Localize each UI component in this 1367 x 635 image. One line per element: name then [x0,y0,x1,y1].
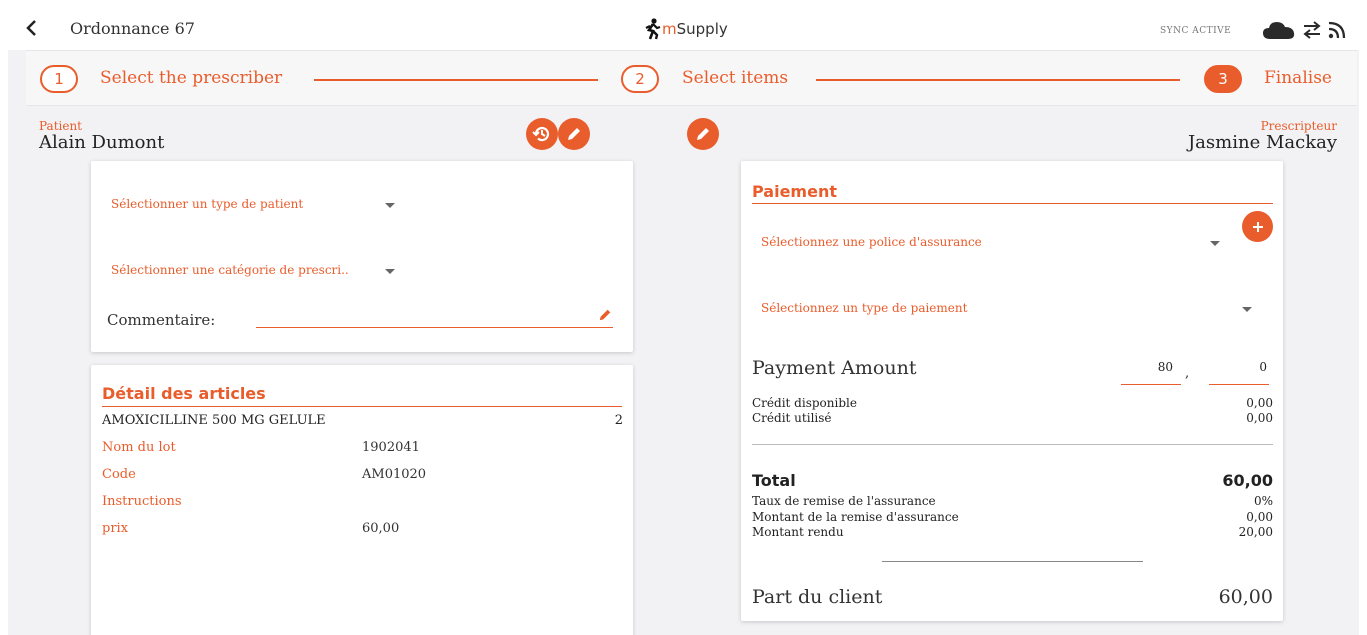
edit-patient-button[interactable] [558,118,590,150]
code-label: Code [102,467,136,482]
cloud-icon [1263,22,1295,39]
instructions-label: Instructions [102,494,182,509]
batch-value: 1902041 [362,440,420,455]
batch-label: Nom du lot [102,440,176,455]
pencil-icon [568,128,580,140]
credit-available-label: Crédit disponible [752,396,857,410]
insurance-discount-rate-value: 0% [1253,494,1273,508]
patient-name: Alain Dumont [39,132,165,153]
client-share-value: 60,00 [1218,586,1273,608]
step-connector-1 [314,79,598,81]
prescriber-name: Jasmine Mackay [1187,132,1337,153]
chevron-down-icon[interactable] [1242,307,1252,312]
patient-details-card: Sélectionner un type de patient Sélectio… [91,161,633,352]
prescription-category-select[interactable]: Sélectionner une catégorie de prescri.. [111,263,349,277]
top-bar: Ordonnance 67 mSupply SYNC ACTIVE [8,8,1359,50]
patient-type-select[interactable]: Sélectionner un type de patient [111,197,303,211]
step-2-circle[interactable]: 2 [621,65,659,93]
payment-type-select[interactable]: Sélectionnez un type de paiement [761,301,967,315]
sync-arrows-icon [1303,21,1321,39]
amount-separator: , [1185,366,1190,381]
plus-icon [1252,221,1263,232]
pencil-icon [697,128,709,140]
client-share-label: Part du client [752,586,883,608]
pencil-icon[interactable] [598,308,612,322]
payment-amount-label: Payment Amount [752,357,917,379]
running-man-logo-icon [645,18,661,40]
chevron-down-icon[interactable] [385,269,395,274]
rss-icon [1328,21,1346,39]
back-arrow-icon[interactable] [22,18,42,38]
code-value: AM01020 [362,467,427,482]
item-quantity: 2 [614,413,623,428]
payment-amount-decimal-input[interactable]: 0 [1209,356,1269,385]
change-amount-value: 20,00 [1238,525,1273,539]
stepper: 1 Select the prescriber 2 Select items 3… [26,50,1357,106]
page-title: Ordonnance 67 [70,19,195,38]
prescriber-label: Prescripteur [1260,119,1337,133]
total-value: 60,00 [1222,471,1273,490]
step-connector-2 [816,79,1180,81]
credit-available-value: 0,00 [1246,396,1273,410]
chevron-down-icon[interactable] [1210,241,1220,246]
divider [882,561,1143,562]
sync-icons [1262,20,1346,40]
item-name: AMOXICILLINE 500 MG GELULE [102,413,326,428]
step-3-circle[interactable]: 3 [1204,65,1242,93]
app-window: Ordonnance 67 mSupply SYNC ACTIVE 1 Sele… [8,8,1359,635]
insurance-policy-select[interactable]: Sélectionnez une police d'assurance [761,235,982,249]
total-label: Total [752,471,796,490]
credit-used-label: Crédit utilisé [752,411,832,425]
price-value: 60,00 [362,521,400,536]
payment-amount-whole-input[interactable]: 80 [1121,356,1181,385]
patient-label: Patient [39,119,83,133]
step-2-label[interactable]: Select items [682,68,788,88]
payment-section-title: Paiement [752,182,837,201]
chevron-down-icon[interactable] [385,203,395,208]
insurance-discount-amount-value: 0,00 [1246,510,1273,524]
insurance-discount-rate-label: Taux de remise de l'assurance [752,494,936,508]
brand-logo: mSupply [644,17,728,41]
step-1-circle[interactable]: 1 [40,65,78,93]
insurance-discount-amount-label: Montant de la remise d'assurance [752,510,959,524]
change-amount-label: Montant rendu [752,525,844,539]
items-detail-card: Détail des articles AMOXICILLINE 500 MG … [91,365,633,635]
sync-status-text: SYNC ACTIVE [1160,26,1232,36]
add-insurance-button[interactable] [1242,211,1273,242]
patient-history-button[interactable] [526,118,558,150]
history-icon [532,126,550,142]
comment-input[interactable] [256,301,613,328]
step-1-label[interactable]: Select the prescriber [100,68,282,88]
comment-label: Commentaire: [107,311,216,329]
price-label: prix [102,521,129,536]
brand-name: mSupply [662,20,728,38]
divider [752,444,1273,445]
section-divider [102,406,622,407]
items-section-title: Détail des articles [102,384,266,403]
credit-used-value: 0,00 [1246,411,1273,425]
step-3-label[interactable]: Finalise [1264,68,1332,88]
edit-prescriber-button[interactable] [687,118,719,150]
section-divider [752,203,1273,204]
payment-card: Paiement Sélectionnez une police d'assur… [741,161,1283,621]
